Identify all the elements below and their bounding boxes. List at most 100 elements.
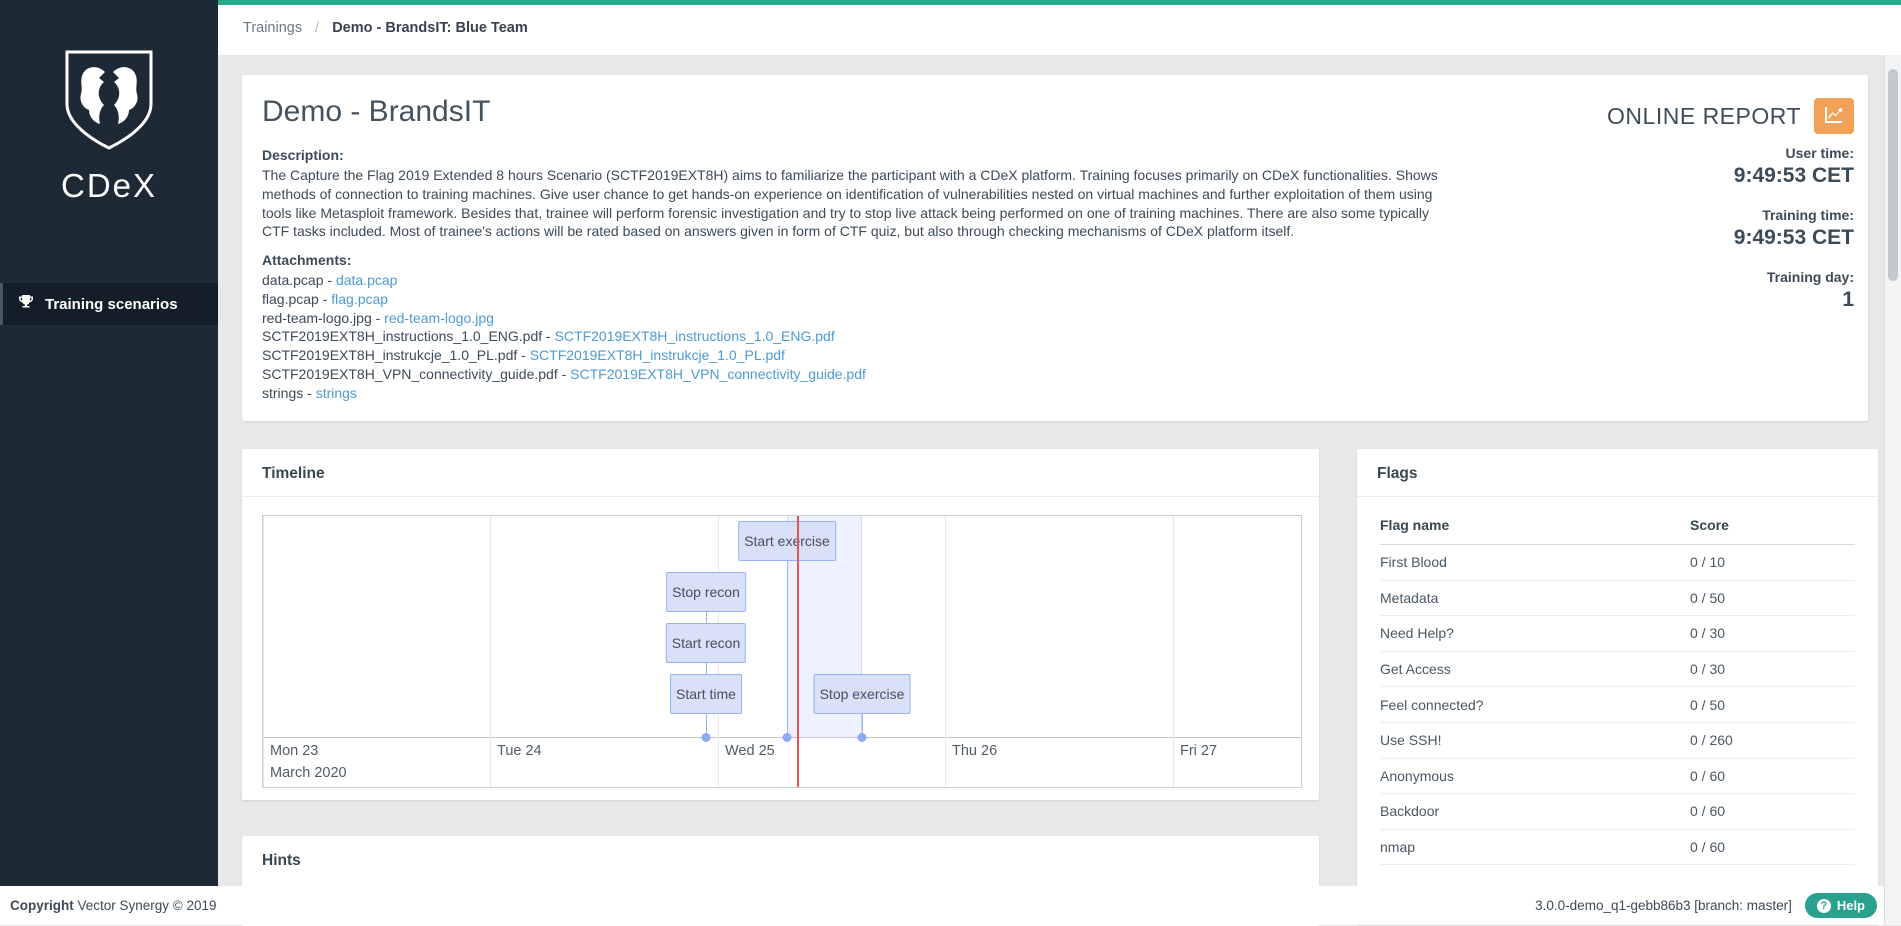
training-time-label: Training time: [1762, 207, 1854, 223]
cdex-shield-icon [65, 50, 153, 150]
flag-row: First Blood 0 / 10 [1380, 545, 1855, 581]
timeline-event[interactable]: Start exercise [738, 521, 836, 561]
timeline-current-time-line [797, 516, 799, 787]
attachment-name: flag.pcap - [262, 290, 332, 307]
attachment-row: SCTF2019EXT8H_instructions_1.0_ENG.pdf -… [262, 327, 866, 346]
flags-header-name: Flag name [1380, 516, 1450, 533]
attachment-link[interactable]: data.pcap [336, 272, 398, 288]
timeline-point-dot [701, 733, 711, 742]
training-time-group: Training time: 9:49:53 CET [1734, 207, 1854, 250]
copyright-bold: Copyright [10, 898, 74, 913]
page-title: Demo - BrandsIT [262, 95, 491, 128]
flag-score: 0 / 260 [1690, 732, 1733, 749]
timeline-chart: March 2020 Mon 23 Tue 24 Wed 25 Thu 26 Fri 2… [262, 515, 1302, 788]
flag-name: nmap [1380, 839, 1416, 856]
flag-score: 0 / 10 [1690, 554, 1726, 571]
scenario-panel: Demo - BrandsIT Description: The Capture… [242, 75, 1868, 421]
flag-name: Get Access [1380, 661, 1451, 678]
attachment-name: SCTF2019EXT8H_instrukcje_1.0_PL.pdf - [262, 347, 530, 363]
timeline-gridline [490, 516, 491, 787]
flag-row: Get Access 0 / 30 [1380, 652, 1855, 688]
flag-score: 0 / 60 [1690, 839, 1726, 856]
cdex-wordmark: CDeX [60, 167, 158, 204]
help-button-label: Help [1836, 898, 1865, 913]
sidebar-item-training-scenarios[interactable]: Training scenarios [0, 283, 218, 325]
online-report-button[interactable] [1814, 98, 1854, 134]
timeline-event[interactable]: Stop exercise [813, 674, 911, 714]
description-label: Description: [262, 147, 344, 163]
attachment-name: data.pcap - [262, 272, 336, 288]
flags-panel: Flags Flag name Score First Blood 0 / 10 Met… [1357, 449, 1878, 925]
breadcrumb: Trainings / Demo - BrandsIT: Blue Team [218, 5, 1901, 36]
flag-row: Backdoor 0 / 60 [1380, 794, 1855, 830]
flag-row: Metadata 0 / 50 [1380, 581, 1855, 617]
help-button[interactable]: ? Help [1804, 893, 1877, 918]
timeline-day-label: Mon 23 [270, 743, 319, 759]
copyright-text: Copyright Vector Synergy © 2019 [10, 898, 217, 913]
timeline-month-label: March 2020 [270, 765, 347, 781]
topbar: Trainings / Demo - BrandsIT: Blue Team [218, 0, 1901, 55]
flags-title: Flags [1357, 449, 1878, 497]
flags-table: Flag name Score First Blood 0 / 10 Metadata 0… [1380, 505, 1855, 866]
user-time-group: User time: 9:49:53 CET [1734, 145, 1854, 188]
flag-score: 0 / 60 [1690, 767, 1726, 784]
flag-row: nmap 0 / 60 [1380, 830, 1855, 866]
flag-score: 0 / 50 [1690, 696, 1726, 713]
attachment-row: SCTF2019EXT8H_VPN_connectivity_guide.pdf… [262, 365, 866, 384]
training-day-value: 1 [1842, 288, 1854, 311]
flag-name: Backdoor [1380, 803, 1440, 820]
timeline-title: Timeline [242, 449, 1319, 497]
attachments-list: data.pcap - data.pcap flag.pcap - flag.pc… [262, 271, 866, 402]
attachment-name: SCTF2019EXT8H_instructions_1.0_ENG.pdf - [262, 328, 555, 345]
timeline-connector [787, 561, 788, 737]
flag-score: 0 / 60 [1690, 803, 1726, 820]
footer: Copyright Vector Synergy © 2019 3.0.0-de… [0, 886, 1901, 925]
trophy-icon [18, 294, 34, 314]
attachment-link[interactable]: red-team-logo.jpg [384, 310, 494, 326]
flags-header-score: Score [1690, 516, 1729, 533]
timeline-day-label: Tue 24 [497, 743, 542, 759]
breadcrumb-separator: / [315, 20, 320, 36]
flag-score: 0 / 30 [1690, 625, 1726, 642]
user-time-value: 9:49:53 CET [1733, 164, 1854, 187]
timeline-event[interactable]: Stop recon [666, 572, 746, 612]
attachment-link[interactable]: SCTF2019EXT8H_instrukcje_1.0_PL.pdf [530, 347, 785, 363]
attachment-link[interactable]: SCTF2019EXT8H_instructions_1.0_ENG.pdf [555, 328, 835, 344]
training-time-value: 9:49:53 CET [1733, 226, 1854, 249]
flag-name: Anonymous [1380, 767, 1454, 784]
training-day-label: Training day: [1766, 269, 1854, 285]
timeline-gridline [945, 516, 946, 787]
timeline-day-label: Thu 26 [952, 743, 998, 759]
timeline-event[interactable]: Start time [670, 674, 742, 714]
timeline-event[interactable]: Start recon [665, 623, 747, 663]
hints-title: Hints [262, 852, 301, 869]
breadcrumb-trainings-link[interactable]: Trainings [243, 20, 302, 36]
flag-score: 0 / 30 [1690, 661, 1726, 678]
flag-row: Feel connected? 0 / 50 [1380, 687, 1855, 723]
attachment-link[interactable]: flag.pcap [331, 291, 388, 307]
attachment-row: data.pcap - data.pcap [262, 271, 866, 290]
timeline-day-label: Fri 27 [1180, 743, 1218, 759]
scrollbar-track[interactable] [1884, 55, 1901, 925]
flag-name: First Blood [1380, 554, 1447, 571]
footer-right: 3.0.0-demo_q1-gebb86b3 [branch: master] … [1535, 893, 1877, 918]
online-report-row: ONLINE REPORT [1607, 98, 1854, 134]
flag-name: Use SSH! [1380, 732, 1442, 749]
timeline-gridline [1173, 516, 1174, 787]
attachment-name: strings - [262, 384, 316, 401]
attachment-link[interactable]: strings [316, 385, 357, 401]
question-circle-icon: ? [1816, 898, 1831, 913]
flags-header-row: Flag name Score [1380, 505, 1855, 545]
scrollbar-thumb[interactable] [1888, 69, 1898, 281]
user-time-label: User time: [1785, 145, 1854, 161]
chart-line-icon [1824, 105, 1844, 128]
timeline-point-dot [857, 733, 867, 742]
attachment-row: red-team-logo.jpg - red-team-logo.jpg [262, 309, 866, 328]
version-text: 3.0.0-demo_q1-gebb86b3 [branch: master] [1535, 898, 1792, 913]
flag-name: Need Help? [1380, 625, 1454, 642]
timeline-point-dot [782, 733, 792, 742]
flag-name: Feel connected? [1380, 696, 1484, 713]
attachment-name: SCTF2019EXT8H_VPN_connectivity_guide.pdf… [262, 365, 571, 382]
attachment-link[interactable]: SCTF2019EXT8H_VPN_connectivity_guide.pdf [570, 366, 866, 382]
flag-name: Metadata [1380, 589, 1439, 606]
